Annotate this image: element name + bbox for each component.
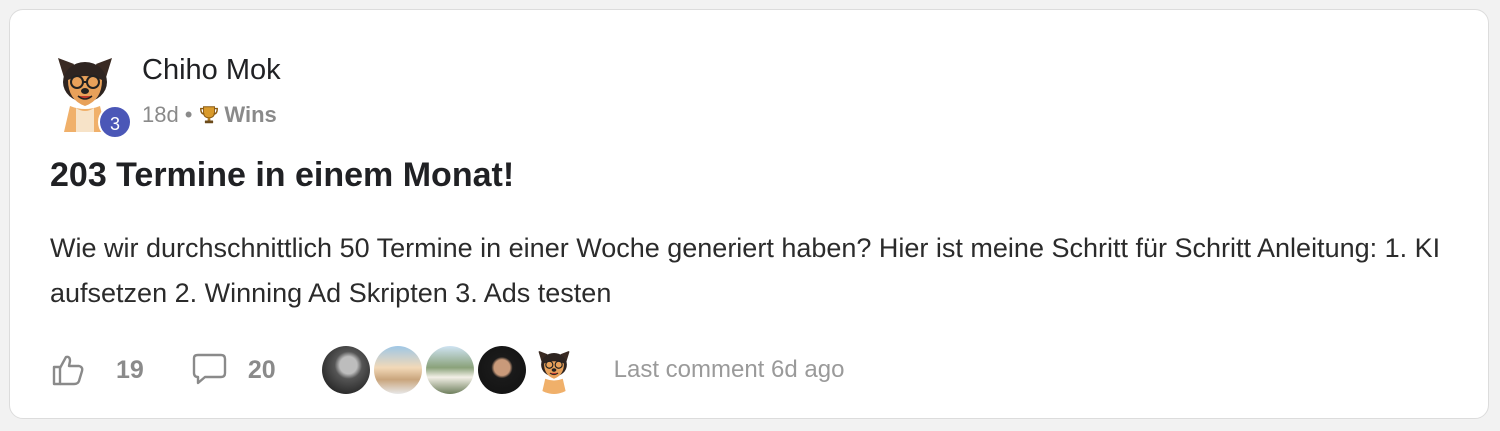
meta-separator: • xyxy=(184,102,193,127)
commenter-avatars[interactable] xyxy=(321,346,582,394)
category-link[interactable]: Wins xyxy=(224,102,276,128)
commenter-avatar[interactable] xyxy=(373,346,422,394)
level-badge: 3 xyxy=(98,105,132,139)
commenter-avatar[interactable] xyxy=(477,346,526,394)
commenter-avatar[interactable] xyxy=(529,346,578,394)
post-footer: 19 20 Last comment 6d ago xyxy=(50,344,844,396)
post-body: Wie wir durchschnittlich 50 Termine in e… xyxy=(50,233,1441,308)
post-title[interactable]: 203 Termine in einem Monat! xyxy=(50,156,514,195)
thumbs-up-icon xyxy=(52,355,84,386)
comment-button[interactable]: 20 xyxy=(190,352,276,388)
trophy-icon xyxy=(200,106,219,124)
speech-bubble-icon xyxy=(192,353,227,385)
commenter-avatar[interactable] xyxy=(321,346,370,394)
commenter-avatar[interactable] xyxy=(425,346,474,394)
author-name[interactable]: Chiho Mok xyxy=(142,54,281,87)
like-count: 19 xyxy=(116,355,144,384)
post-card[interactable]: 3 Chiho Mok 18d • Wins 203 Termine in ei… xyxy=(9,9,1489,419)
author-avatar[interactable]: 3 xyxy=(50,50,132,139)
post-meta: 18d • Wins xyxy=(142,100,277,130)
last-comment-time: Last comment 6d ago xyxy=(613,356,845,383)
dog-avatar-icon xyxy=(537,350,570,394)
comment-count: 20 xyxy=(247,355,276,384)
like-button[interactable]: 19 xyxy=(50,352,144,388)
post-time[interactable]: 18d xyxy=(142,102,179,128)
